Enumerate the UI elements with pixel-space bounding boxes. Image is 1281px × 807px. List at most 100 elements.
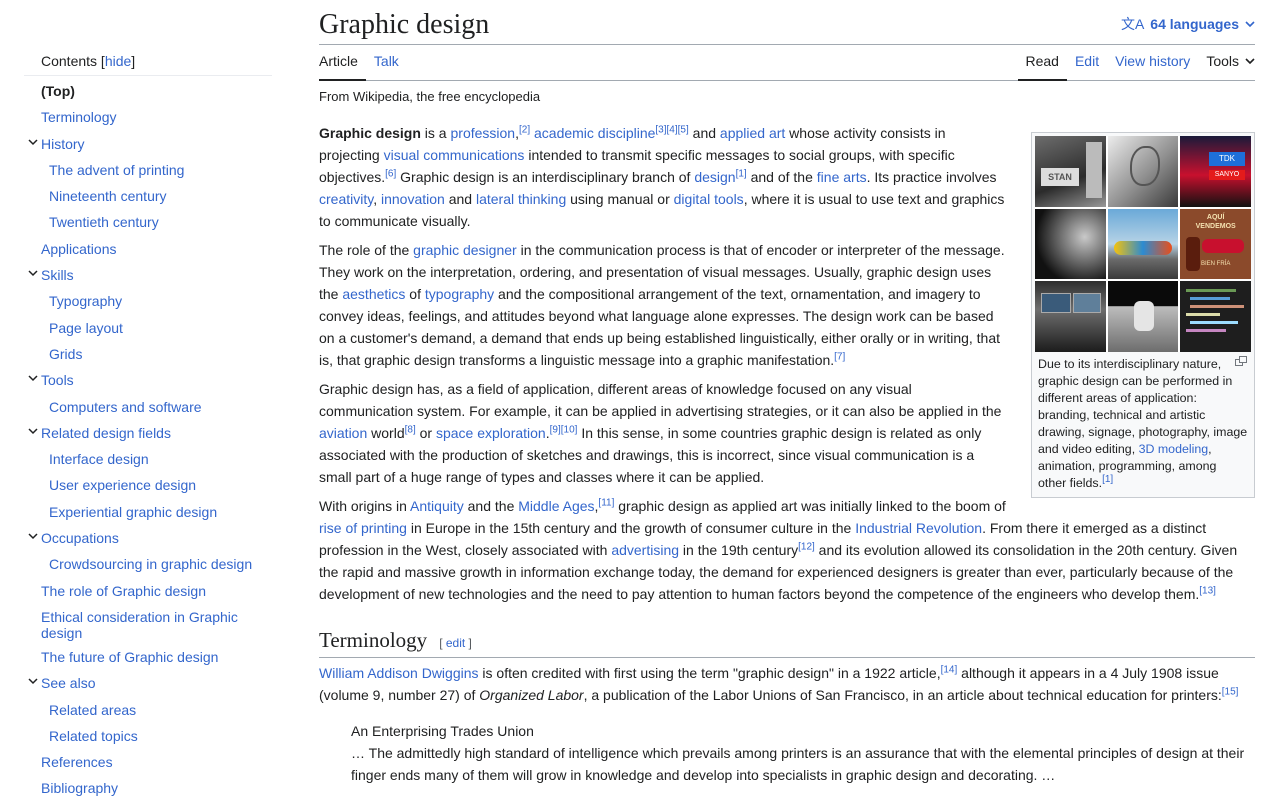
article-link[interactable]: profession: [451, 125, 516, 141]
article-link[interactable]: academic discipline: [534, 125, 655, 141]
toc-item[interactable]: See also: [24, 670, 272, 696]
toc-item[interactable]: Computers and software: [24, 394, 272, 420]
article-link[interactable]: design: [694, 169, 735, 185]
citation-ref[interactable]: [14]: [941, 664, 958, 675]
article-link[interactable]: rise of printing: [319, 520, 407, 536]
caption-ref[interactable]: [1]: [1102, 474, 1113, 485]
namespace-tabs: Article Talk: [319, 53, 407, 81]
article-link[interactable]: graphic designer: [413, 242, 517, 258]
language-selector[interactable]: 文A 64 languages: [1121, 14, 1255, 34]
article-link[interactable]: aviation: [319, 425, 367, 441]
infobox-caption: Due to its interdisciplinary nature, gra…: [1035, 352, 1251, 494]
collage-image[interactable]: STAN TDK SANYO AQUÍ VENDEMOS BIEN FRÍA: [1035, 136, 1251, 352]
collage-drawing-photo: [1107, 136, 1179, 207]
toc-item[interactable]: Related design fields: [24, 420, 272, 446]
language-icon: 文A: [1120, 16, 1145, 32]
article-link[interactable]: digital tools: [674, 191, 744, 207]
toc-hide-bracket: [hide]: [97, 52, 136, 69]
chevron-down-icon: [1245, 16, 1255, 32]
citation-ref[interactable]: [2]: [519, 124, 530, 135]
chevron-down-icon[interactable]: [24, 675, 41, 686]
toc-item[interactable]: Bibliography: [24, 775, 272, 801]
toc-item[interactable]: Ethical consideration in Graphic design: [24, 604, 272, 644]
toc-item[interactable]: The role of Graphic design: [24, 578, 272, 604]
table-of-contents: Contents [hide] (Top) Terminology History T…: [24, 52, 272, 802]
citation-ref[interactable]: [8]: [405, 424, 416, 435]
toc-item-label: References: [41, 754, 113, 771]
toc-item-label: History: [41, 135, 85, 152]
chevron-down-icon: [1245, 53, 1255, 69]
collage-photographer-photo: [1035, 208, 1106, 280]
infobox-figure: STAN TDK SANYO AQUÍ VENDEMOS BIEN FRÍA D…: [1031, 132, 1255, 498]
article-link[interactable]: aesthetics: [342, 286, 405, 302]
toc-item[interactable]: Interface design: [24, 446, 272, 472]
toc-item[interactable]: Twentieth century: [24, 209, 272, 235]
tools-menu[interactable]: Tools: [1198, 53, 1255, 81]
toc-item[interactable]: Page layout: [24, 315, 272, 341]
tab-edit[interactable]: Edit: [1067, 53, 1107, 81]
toc-item[interactable]: Terminology: [24, 104, 272, 130]
toc-item-label: Interface design: [49, 451, 149, 468]
article-link[interactable]: space exploration: [436, 425, 546, 441]
tab-read[interactable]: Read: [1017, 53, 1067, 81]
toc-item[interactable]: Typography: [24, 288, 272, 314]
enlarge-icon[interactable]: [1235, 356, 1247, 366]
toc-item[interactable]: Nineteenth century: [24, 183, 272, 209]
toc-item[interactable]: The future of Graphic design: [24, 644, 272, 670]
caption-link-3d-modeling[interactable]: 3D modeling: [1139, 442, 1209, 456]
toc-hide-link[interactable]: hide: [105, 53, 131, 69]
toc-item-label: Grids: [49, 345, 83, 362]
toc-item[interactable]: User experience design: [24, 472, 272, 498]
article-link[interactable]: Industrial Revolution: [855, 520, 982, 536]
article-link[interactable]: Middle Ages: [518, 498, 594, 514]
toc-item-label: Computers and software: [49, 398, 202, 415]
article-link[interactable]: creativity: [319, 191, 373, 207]
article-link[interactable]: fine arts: [817, 169, 867, 185]
toc-item[interactable]: Related topics: [24, 723, 272, 749]
section-edit-link[interactable]: edit: [446, 636, 465, 650]
article-link[interactable]: lateral thinking: [476, 191, 566, 207]
toc-item[interactable]: Applications: [24, 236, 272, 262]
toc-item[interactable]: Grids: [24, 341, 272, 367]
article-link[interactable]: William Addison Dwiggins: [319, 665, 479, 681]
toc-item[interactable]: Occupations: [24, 525, 272, 551]
toc-item-label: Terminology: [41, 109, 117, 126]
citation-ref[interactable]: [15]: [1222, 686, 1239, 697]
citation-ref[interactable]: [1]: [736, 168, 747, 179]
tab-view-history[interactable]: View history: [1107, 53, 1198, 81]
chevron-down-icon[interactable]: [24, 425, 41, 436]
toc-item-label: Applications: [41, 240, 117, 257]
toc-item[interactable]: (Top): [24, 78, 272, 104]
article-link[interactable]: visual communications: [384, 147, 525, 163]
article-link[interactable]: Antiquity: [410, 498, 464, 514]
paragraph-terminology: William Addison Dwiggins is often credit…: [319, 664, 1239, 703]
chevron-down-icon[interactable]: [24, 530, 41, 541]
citation-ref[interactable]: [6]: [385, 168, 396, 179]
toc-item[interactable]: Crowdsourcing in graphic design: [24, 551, 272, 577]
chevron-down-icon[interactable]: [24, 372, 41, 383]
toc-item[interactable]: Skills: [24, 262, 272, 288]
citation-ref[interactable]: [7]: [834, 351, 845, 362]
toc-item[interactable]: Experiential graphic design: [24, 499, 272, 525]
toc-item[interactable]: References: [24, 749, 272, 775]
tab-talk[interactable]: Talk: [366, 53, 407, 81]
toc-item[interactable]: History: [24, 131, 272, 157]
toc-item[interactable]: Tools: [24, 367, 272, 393]
collage-label-tdk: TDK: [1208, 152, 1245, 166]
toc-item[interactable]: The advent of printing: [24, 157, 272, 183]
toc-item-label: Related areas: [49, 701, 137, 718]
tab-article[interactable]: Article: [319, 53, 366, 81]
article-link[interactable]: innovation: [381, 191, 445, 207]
citation-ref[interactable]: [3][4][5]: [655, 124, 688, 135]
article-link[interactable]: advertising: [611, 542, 679, 558]
chevron-down-icon[interactable]: [24, 267, 41, 278]
citation-ref[interactable]: [12]: [798, 541, 815, 552]
citation-ref[interactable]: [11]: [598, 497, 614, 508]
chevron-down-icon[interactable]: [24, 136, 41, 147]
article-link[interactable]: typography: [425, 286, 494, 302]
citation-ref[interactable]: [13]: [1199, 585, 1216, 596]
article-link[interactable]: applied art: [720, 125, 785, 141]
quote-text: … The admittedly high standard of intell…: [351, 745, 1245, 783]
citation-ref[interactable]: [9][10]: [550, 424, 578, 435]
toc-item[interactable]: Related areas: [24, 697, 272, 723]
